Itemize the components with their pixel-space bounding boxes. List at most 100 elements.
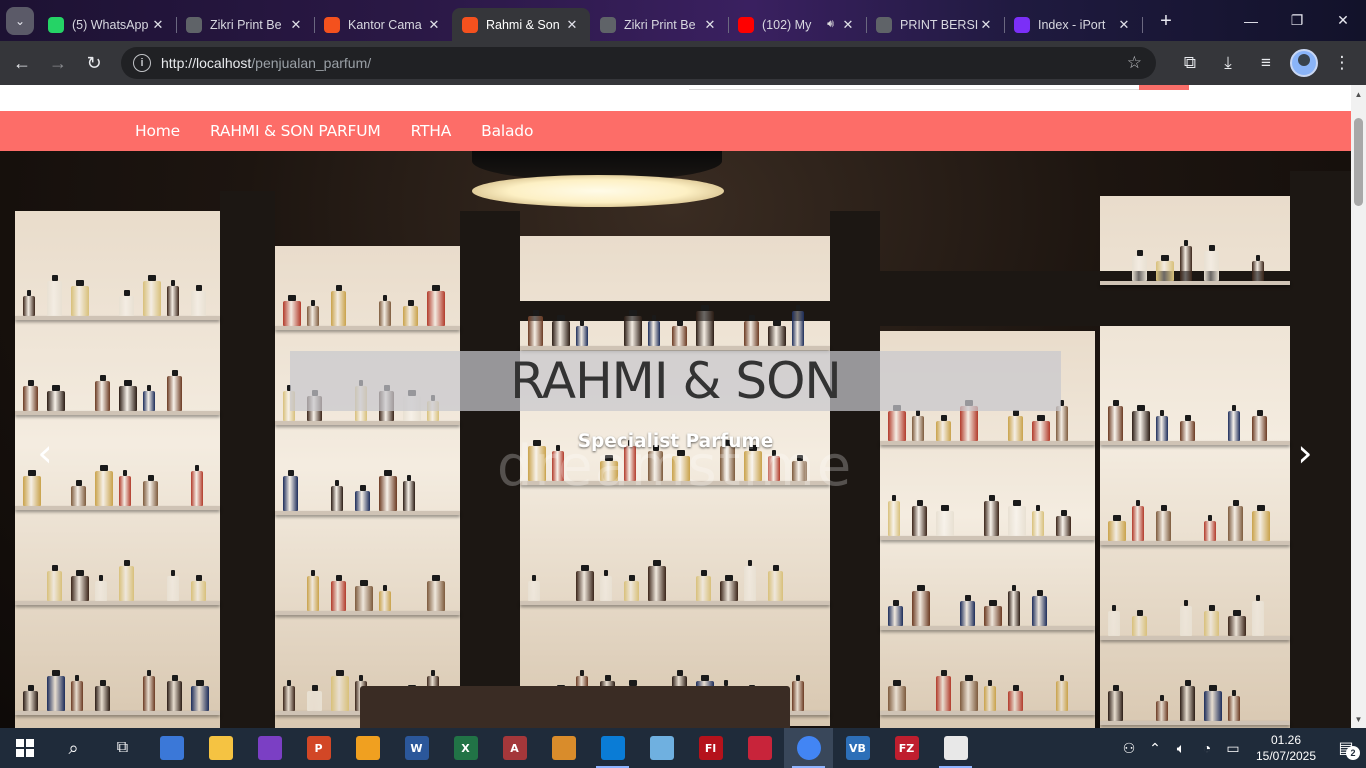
tab-close-icon[interactable]: ✕ <box>564 17 580 33</box>
perfume-bottle <box>143 275 161 316</box>
speaker-icon[interactable]: 🔊︎ <box>827 18 834 31</box>
bookmark-star-icon[interactable]: ☆ <box>1127 53 1142 73</box>
minimize-button[interactable]: — <box>1228 0 1274 41</box>
perfume-bottle <box>427 575 445 611</box>
back-button[interactable]: ← <box>4 45 40 81</box>
extensions-button[interactable]: ⧉ <box>1172 45 1208 81</box>
perfume-bottle <box>648 560 666 601</box>
nav-link[interactable]: Balado <box>466 122 548 140</box>
restore-button[interactable]: ❐ <box>1274 0 1320 41</box>
url-host: http://localhost <box>161 55 252 71</box>
close-window-button[interactable]: ✕ <box>1320 0 1366 41</box>
taskbar-chrome-button[interactable] <box>784 728 833 768</box>
app-icon-3 <box>649 736 674 760</box>
browser-tab[interactable]: Zikri Print Be ✕ <box>176 8 315 41</box>
taskbar-powerpoint-button[interactable]: P <box>294 728 343 768</box>
menu-button[interactable]: ⋮ <box>1324 45 1360 81</box>
system-tray: ⚇ ⌃ 🔈︎ ◔ ▭ 01.26 15/07/2025 ▤ 2 <box>1116 728 1366 768</box>
reload-button[interactable]: ↻ <box>76 45 112 81</box>
taskbar-visual-studio-button[interactable] <box>245 728 294 768</box>
shelf-frame <box>520 301 830 321</box>
tab-strip: ⌄ (5) WhatsApp ✕ Zikri Print Be ✕ Kantor Cam… <box>0 0 1366 41</box>
perfume-bottle <box>427 285 445 326</box>
perfume-bottle <box>47 385 65 411</box>
browser-tab[interactable]: (102) My 🔊︎ ✕ <box>728 8 867 41</box>
taskbar-filezilla-button[interactable]: FZ <box>882 728 931 768</box>
taskbar-app-2-button[interactable] <box>539 728 588 768</box>
site-search-button[interactable] <box>1139 85 1189 90</box>
perfume-bottle <box>1180 240 1192 281</box>
page-viewport: Home RAHMI & SON PARFUM RTHA Balado dreamst… <box>0 85 1366 728</box>
taskbar-app-3-button[interactable] <box>637 728 686 768</box>
taskbar-media-player-button[interactable] <box>147 728 196 768</box>
taskbar-search-button[interactable]: ⌕ <box>49 728 98 768</box>
taskbar-excel-button[interactable]: X <box>441 728 490 768</box>
site-search-input[interactable] <box>689 85 1139 90</box>
taskbar-task-view-button[interactable]: ⧉ <box>98 728 147 768</box>
nav-link[interactable]: RTHA <box>396 122 467 140</box>
media-control-button[interactable]: ≡ <box>1248 45 1284 81</box>
perfume-bottle <box>355 580 373 611</box>
tab-close-icon[interactable]: ✕ <box>150 17 166 33</box>
taskbar-vscode-button[interactable] <box>588 728 637 768</box>
browser-tab[interactable]: Rahmi & Son ✕ <box>452 8 590 41</box>
nav-link[interactable]: Home <box>120 122 195 140</box>
perfume-bottle <box>672 320 687 346</box>
carousel-prev-button[interactable]: ‹ <box>25 431 65 475</box>
clock-date: 15/07/2025 <box>1255 749 1317 763</box>
browser-tab[interactable]: Index - iPort ✕ <box>1004 8 1143 41</box>
network-icon[interactable]: ◔ <box>1194 728 1220 768</box>
perfume-bottle <box>1156 505 1171 541</box>
carousel-next-button[interactable]: › <box>1285 431 1325 475</box>
page-scrollbar[interactable]: ▲ ▼ <box>1351 85 1366 728</box>
minimize-icon: — <box>1244 12 1258 29</box>
taskbar-file-explorer-button[interactable] <box>196 728 245 768</box>
tab-close-icon[interactable]: ✕ <box>288 17 304 33</box>
forward-button[interactable]: → <box>40 45 76 81</box>
taskbar-app-5-button[interactable] <box>931 728 980 768</box>
tab-title: Rahmi & Son <box>486 17 560 32</box>
tab-close-icon[interactable]: ✕ <box>978 17 994 33</box>
perfume-bottle <box>167 675 182 711</box>
browser-tab[interactable]: Kantor Cama ✕ <box>314 8 452 41</box>
clock[interactable]: 01.26 15/07/2025 <box>1246 732 1326 764</box>
people-icon[interactable]: ⚇ <box>1116 728 1142 768</box>
perfume-bottle <box>1008 585 1020 626</box>
taskbar-access-button[interactable]: A <box>490 728 539 768</box>
taskbar-word-button[interactable]: W <box>392 728 441 768</box>
tab-close-icon[interactable]: ✕ <box>1116 17 1132 33</box>
action-center-button[interactable]: ▤ 2 <box>1326 728 1366 768</box>
taskbar-vb-button[interactable]: VB <box>833 728 882 768</box>
profile-button[interactable] <box>1286 45 1322 81</box>
browser-tab[interactable]: PRINT BERSI ✕ <box>866 8 1005 41</box>
downloads-button[interactable]: ⤓ <box>1210 45 1246 81</box>
perfume-bottle <box>379 295 391 326</box>
perfume-bottle <box>744 560 756 601</box>
volume-icon[interactable]: 🔈︎ <box>1168 728 1194 768</box>
tab-close-icon[interactable]: ✕ <box>426 17 442 33</box>
taskbar-app-4-button[interactable] <box>735 728 784 768</box>
perfume-bottle <box>1228 500 1243 541</box>
glass-shelf <box>275 511 460 515</box>
nav-link[interactable]: RAHMI & SON PARFUM <box>195 122 396 140</box>
browser-tab[interactable]: (5) WhatsApp ✕ <box>38 8 177 41</box>
address-bar[interactable]: i http://localhost/penjualan_parfum/ ☆ <box>121 47 1156 79</box>
flash-icon: Fl <box>698 736 723 760</box>
access-icon: A <box>502 736 527 760</box>
tab-close-icon[interactable]: ✕ <box>702 17 718 33</box>
new-tab-button[interactable]: + <box>1152 8 1180 36</box>
site-info-icon[interactable]: i <box>133 54 151 72</box>
scroll-down-arrow-icon[interactable]: ▼ <box>1351 712 1366 726</box>
taskbar-flash-button[interactable]: Fl <box>686 728 735 768</box>
perfume-bottle <box>1108 685 1123 721</box>
scrollbar-thumb[interactable] <box>1354 118 1363 206</box>
taskbar-app-button[interactable] <box>343 728 392 768</box>
browser-tab[interactable]: Zikri Print Be ✕ <box>590 8 729 41</box>
show-hidden-icons-icon[interactable]: ⌃ <box>1142 728 1168 768</box>
taskbar-start-button-button[interactable] <box>0 728 49 768</box>
tab-search-button[interactable]: ⌄ <box>6 6 34 35</box>
scroll-up-arrow-icon[interactable]: ▲ <box>1351 87 1366 101</box>
battery-icon[interactable]: ▭ <box>1220 728 1246 768</box>
tab-close-icon[interactable]: ✕ <box>840 17 856 33</box>
perfume-bottle <box>984 495 999 536</box>
